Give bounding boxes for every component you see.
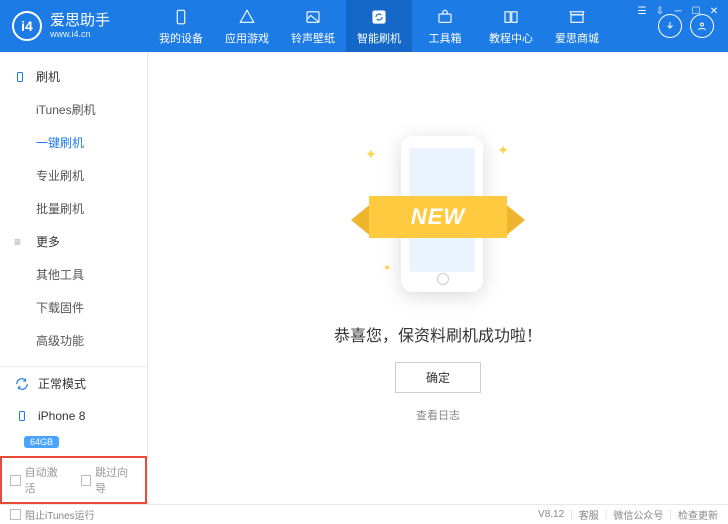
nav-apps[interactable]: 应用游戏 <box>214 0 280 52</box>
toolbox-icon <box>435 7 455 27</box>
image-icon <box>303 7 323 27</box>
main-content: ✦✦✦ NEW 恭喜您，保资料刷机成功啦！ 确定 查看日志 <box>148 52 728 504</box>
version-label: V8.12 <box>538 509 564 520</box>
nav-label: 爱思商城 <box>555 30 599 46</box>
nav-my-device[interactable]: 我的设备 <box>148 0 214 52</box>
top-nav: 我的设备 应用游戏 铃声壁纸 智能刷机 工具箱 教程中心 爱思商城 <box>148 0 658 52</box>
chk-label: 跳过向导 <box>95 464 137 496</box>
store-icon <box>567 7 587 27</box>
phone-icon <box>171 7 191 27</box>
nav-ringtones[interactable]: 铃声壁纸 <box>280 0 346 52</box>
brand-logo: i4 爱思助手 www.i4.cn <box>0 11 148 41</box>
auto-activate-checkbox[interactable]: 自动激活 <box>10 464 67 496</box>
menu-icon: ≡ <box>14 235 28 249</box>
close-button[interactable]: ✕ <box>706 4 722 18</box>
block-itunes-checkbox[interactable]: 阻止iTunes运行 <box>10 507 95 522</box>
sidebar-group-flash[interactable]: 刷机 <box>0 60 147 93</box>
sidebar-item-batch-flash[interactable]: 批量刷机 <box>0 192 147 225</box>
sidebar-item-onekey-flash[interactable]: 一键刷机 <box>0 126 147 159</box>
sidebar-item-download-firmware[interactable]: 下载固件 <box>0 291 147 324</box>
device-name: iPhone 8 <box>38 409 85 423</box>
titlebar: i4 爱思助手 www.i4.cn 我的设备 应用游戏 铃声壁纸 智能刷机 工具… <box>0 0 728 52</box>
phone-small-icon <box>14 70 28 84</box>
apps-icon <box>237 7 257 27</box>
phone-small-icon <box>14 408 30 424</box>
flash-options: 自动激活 跳过向导 <box>0 456 147 504</box>
nav-toolbox[interactable]: 工具箱 <box>412 0 478 52</box>
sidebar-item-advanced[interactable]: 高级功能 <box>0 324 147 357</box>
sidebar-group-more[interactable]: ≡ 更多 <box>0 225 147 258</box>
sidebar: 刷机 iTunes刷机 一键刷机 专业刷机 批量刷机 ≡ 更多 其他工具 下载固… <box>0 52 148 504</box>
menu-icon[interactable]: ☰ <box>634 4 650 18</box>
sidebar-item-itunes-flash[interactable]: iTunes刷机 <box>0 93 147 126</box>
support-link[interactable]: 客服 <box>579 507 599 522</box>
brand-url: www.i4.cn <box>50 30 110 39</box>
nav-label: 铃声壁纸 <box>291 30 335 46</box>
brand-name: 爱思助手 <box>50 13 110 28</box>
nav-label: 我的设备 <box>159 30 203 46</box>
device-mode[interactable]: 正常模式 <box>0 367 147 400</box>
nav-label: 工具箱 <box>429 30 462 46</box>
mode-label: 正常模式 <box>38 375 86 392</box>
nav-store[interactable]: 爱思商城 <box>544 0 610 52</box>
chk-label: 阻止iTunes运行 <box>25 507 95 522</box>
device-info[interactable]: iPhone 8 <box>0 400 147 432</box>
sync-icon <box>14 376 30 392</box>
storage-badge: 64GB <box>24 436 59 448</box>
ok-button[interactable]: 确定 <box>395 362 481 393</box>
wechat-link[interactable]: 微信公众号 <box>613 507 663 522</box>
maximize-button[interactable]: ☐ <box>688 4 704 18</box>
nav-label: 教程中心 <box>489 30 533 46</box>
chk-label: 自动激活 <box>25 464 67 496</box>
sidebar-item-pro-flash[interactable]: 专业刷机 <box>0 159 147 192</box>
group-title: 刷机 <box>36 68 60 85</box>
view-log-link[interactable]: 查看日志 <box>416 407 460 423</box>
refresh-icon <box>369 7 389 27</box>
nav-flash[interactable]: 智能刷机 <box>346 0 412 52</box>
check-update-link[interactable]: 检查更新 <box>678 507 718 522</box>
nav-label: 智能刷机 <box>357 30 401 46</box>
group-title: 更多 <box>36 233 60 250</box>
nav-tutorials[interactable]: 教程中心 <box>478 0 544 52</box>
success-message: 恭喜您，保资料刷机成功啦！ <box>334 322 542 346</box>
logo-icon: i4 <box>12 11 42 41</box>
ribbon-label: NEW <box>369 196 507 238</box>
book-icon <box>501 7 521 27</box>
skip-guide-checkbox[interactable]: 跳过向导 <box>81 464 138 496</box>
status-bar: 阻止iTunes运行 V8.12 | 客服 | 微信公众号 | 检查更新 <box>0 504 728 524</box>
nav-label: 应用游戏 <box>225 30 269 46</box>
minimize-button[interactable]: ─ <box>670 4 686 18</box>
sidebar-item-other-tools[interactable]: 其他工具 <box>0 258 147 291</box>
success-illustration: ✦✦✦ NEW <box>323 124 553 304</box>
lock-icon[interactable]: ⇩ <box>652 4 668 18</box>
